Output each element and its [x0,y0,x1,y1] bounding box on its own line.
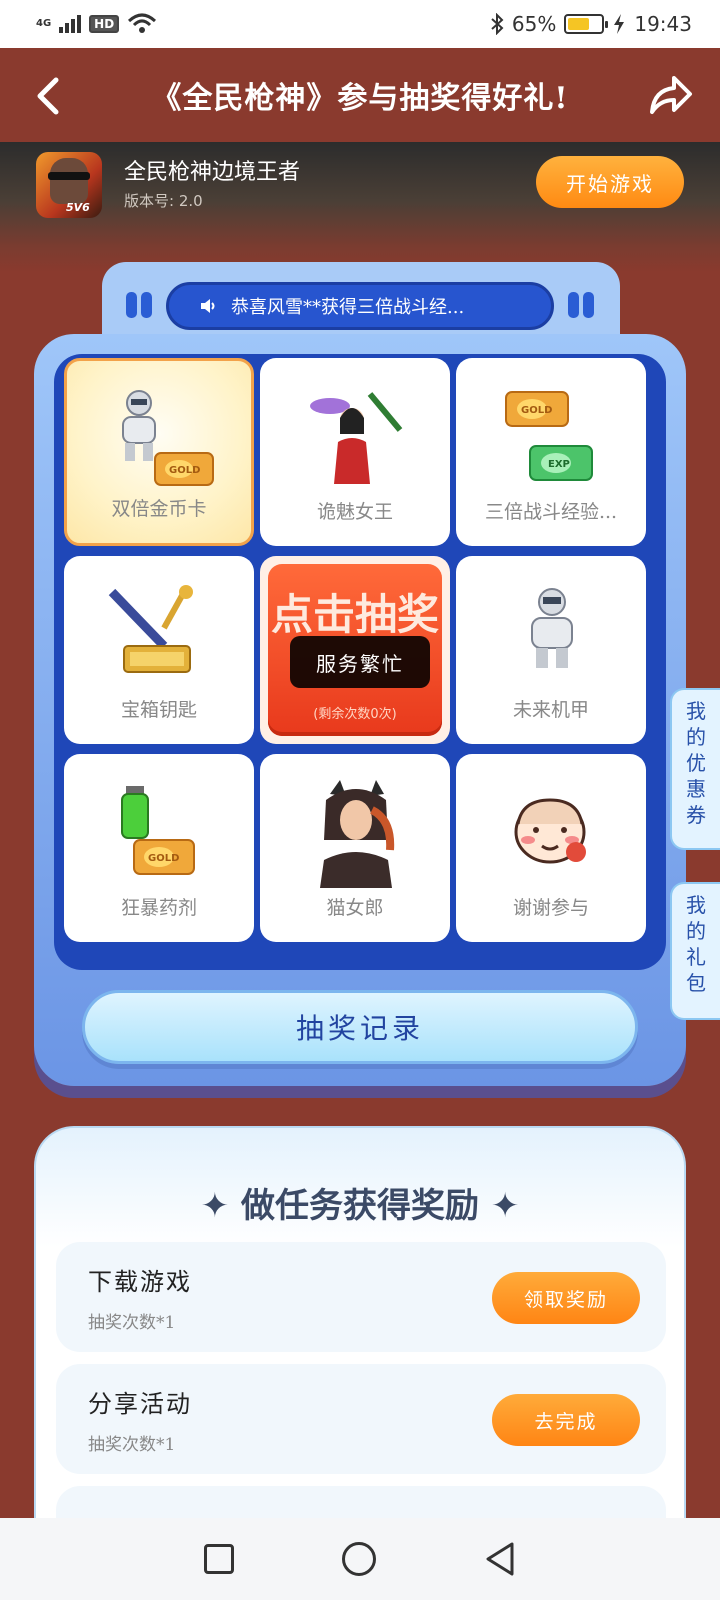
share-button[interactable] [646,74,694,118]
notice-text: 恭喜风雪**获得三倍战斗经... [231,297,465,318]
start-game-button[interactable]: 开始游戏 [536,156,684,208]
prize-cell-thanks: 谢谢参与 [456,754,646,942]
prize-cell-future-mech: 未来机甲 [456,556,646,744]
character-queen-icon [310,392,403,484]
tasks-section: ✦ 做任务获得奖励 ✦ 下载游戏 抽奖次数*1 领取奖励 分享活动 抽奖次数*1… [34,1126,686,1596]
back-triangle-button[interactable] [484,1541,516,1577]
back-button[interactable] [30,74,70,118]
header: 《全民枪神》参与抽奖得好礼! [0,48,720,142]
hd-badge: HD [89,15,120,33]
status-left: 4G HD [36,13,157,35]
svg-text:GOLD: GOLD [521,405,552,416]
winner-notice: 恭喜风雪**获得三倍战斗经... [166,282,554,330]
decor-left [126,292,152,318]
prize-cell-cat-girl: 猫女郎 [260,754,450,942]
wifi-icon [128,13,157,33]
signal-icon [59,15,82,33]
go-complete-button[interactable]: 去完成 [492,1394,640,1446]
lottery-record-button[interactable]: 抽奖记录 [82,990,638,1064]
prize-cell-chest-key: 宝箱钥匙 [64,556,254,744]
character-cat-girl-icon [320,780,395,888]
prize-cell-berserk-potion: GOLD 狂暴药剂 [64,754,254,942]
svg-text:GOLD: GOLD [169,465,200,476]
recent-apps-button[interactable] [204,1544,234,1574]
gold-card-icon: GOLD [133,839,195,875]
clock: 19:43 [634,12,692,36]
task-reward-count: 抽奖次数*1 [88,1435,176,1455]
task-name: 下载游戏 [88,1268,192,1296]
charging-icon [614,14,625,34]
prize-label: 诡魅女王 [316,501,393,523]
game-version: 版本号: 2.0 [124,192,203,210]
prize-label: 狂暴药剂 [120,897,197,919]
game-icon[interactable]: 5V6 [36,152,102,218]
game-icon-tag: 5V6 [66,201,90,214]
draw-button-label: 点击抽奖 [270,590,439,639]
gold-card-icon: GOLD [505,391,569,427]
my-gifts-tab[interactable]: 我的礼包 [670,882,720,1020]
network-type: 4G [36,18,52,29]
claim-reward-button[interactable]: 领取奖励 [492,1272,640,1324]
robot-icon [531,588,573,668]
my-coupons-tab[interactable]: 我的优惠券 [670,688,720,850]
prize-cell-double-gold-card: GOLD 双倍金币卡 [64,358,254,546]
my-gifts-label: 我的礼包 [686,893,706,995]
prize-label: 谢谢参与 [512,897,589,919]
prize-label: 三倍战斗经验... [484,501,618,523]
task-reward-count: 抽奖次数*1 [88,1313,176,1333]
svg-text:EXP: EXP [548,459,570,470]
battery-percent: 65% [511,12,557,36]
prize-label: 宝箱钥匙 [120,699,197,721]
game-banner: 5V6 全民枪神边境王者 版本号: 2.0 开始游戏 [0,142,720,272]
busy-toast: 服务繁忙 [290,636,430,688]
thank-you-mascot-icon [514,798,586,864]
page-title: 《全民枪神》参与抽奖得好礼! [151,81,569,116]
prize-label: 猫女郎 [326,897,384,919]
home-button[interactable] [342,1542,376,1576]
status-right: 65% 19:43 [490,12,692,36]
bluetooth-icon [491,13,504,35]
my-coupons-label: 我的优惠券 [686,699,706,827]
status-bar: 4G HD 65% 19:43 [0,0,720,48]
decor-right [568,292,594,318]
tasks-title: ✦ 做任务获得奖励 ✦ [200,1186,520,1226]
game-name: 全民枪神边境王者 [124,160,301,185]
task-name: 分享活动 [88,1390,192,1418]
speaker-icon [201,299,215,313]
gold-card-icon: GOLD [154,452,214,486]
share-icon [650,76,692,114]
battery-icon [564,14,609,34]
system-nav-bar [0,1518,720,1600]
key-gun-icon [108,585,193,673]
prize-cell-queen: 诡魅女王 [260,358,450,546]
prize-label: 未来机甲 [512,699,589,721]
prize-label: 双倍金币卡 [111,498,207,520]
task-item-download: 下载游戏 抽奖次数*1 领取奖励 [56,1242,666,1352]
task-item-share: 分享活动 抽奖次数*1 去完成 [56,1364,666,1474]
draw-remaining: (剩余次数0次) [313,707,397,722]
exp-card-icon: EXP [529,445,593,481]
potion-icon [121,786,149,839]
chevron-left-icon [37,77,59,115]
svg-text:GOLD: GOLD [148,853,179,864]
prize-cell-triple-exp: GOLD EXP 三倍战斗经验... [456,358,646,546]
